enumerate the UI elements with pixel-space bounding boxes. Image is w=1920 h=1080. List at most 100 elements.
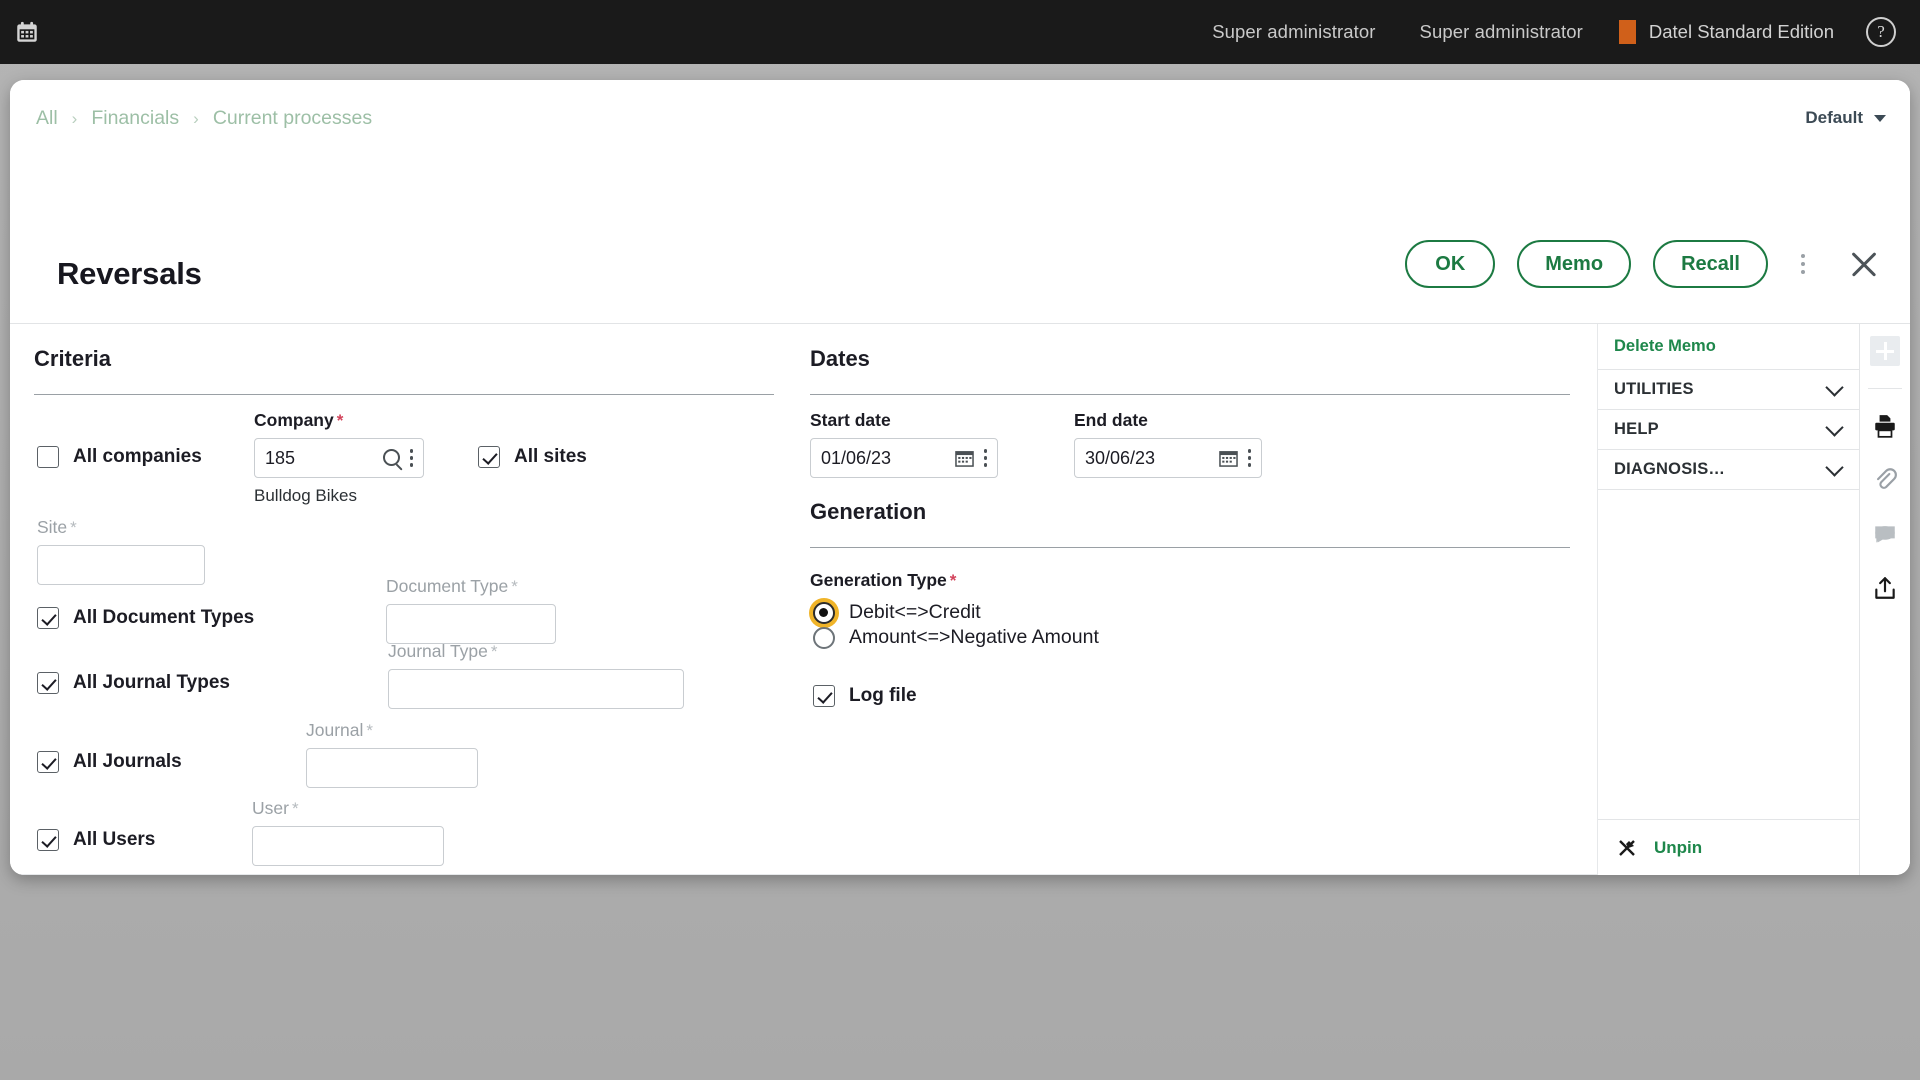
- sidebar-icon-rail: [1860, 324, 1910, 875]
- all-journals-label: All Journals: [73, 751, 182, 772]
- breadcrumb-item-all[interactable]: All: [34, 107, 60, 130]
- print-icon[interactable]: [1868, 409, 1902, 443]
- log-file-checkbox[interactable]: [813, 685, 835, 707]
- start-date-input[interactable]: 01/06/23: [810, 438, 998, 478]
- dates-generation-column: Dates Start date 01/06/23 End date 30/06…: [810, 324, 1570, 708]
- sidebar-section-help[interactable]: HELP: [1598, 410, 1859, 450]
- all-companies-checkbox[interactable]: [37, 446, 59, 468]
- sidebar-section-label: HELP: [1614, 420, 1659, 438]
- journal-field-group: Journal *: [306, 720, 478, 788]
- generation-type-option-debit-credit[interactable]: Debit<=>Credit: [813, 601, 981, 624]
- all-sites-label: All sites: [514, 446, 587, 467]
- company-input[interactable]: 185: [254, 438, 424, 478]
- all-companies-checkbox-row[interactable]: All companies: [37, 446, 202, 468]
- all-sites-checkbox[interactable]: [478, 446, 500, 468]
- attachment-icon[interactable]: [1868, 463, 1902, 497]
- header-actions: OK Memo Recall: [1405, 240, 1884, 288]
- share-icon[interactable]: [1868, 571, 1902, 605]
- view-selector-label: Default: [1805, 108, 1863, 127]
- search-icon[interactable]: [382, 449, 400, 467]
- unpin-icon: [1616, 837, 1638, 859]
- close-icon[interactable]: [1844, 244, 1884, 284]
- journal-type-label: Journal Type *: [388, 641, 498, 661]
- required-marker: *: [490, 642, 498, 661]
- all-document-types-label: All Document Types: [73, 607, 255, 628]
- right-sidebar: Delete Memo UTILITIES HELP DIAGNOSIS… Un…: [1598, 324, 1910, 875]
- kebab-menu-icon[interactable]: [409, 449, 413, 467]
- start-date-label: Start date: [810, 410, 891, 430]
- required-marker: *: [511, 577, 518, 596]
- breadcrumb: All › Financials › Current processes: [34, 107, 374, 130]
- sidebar-section-label: UTILITIES: [1614, 380, 1694, 398]
- all-users-checkbox-row[interactable]: All Users: [37, 829, 155, 851]
- recall-button[interactable]: Recall: [1653, 240, 1768, 288]
- journal-type-field-group: Journal Type *: [388, 641, 684, 709]
- required-marker: *: [366, 721, 374, 740]
- edition-label: Datel Standard Edition: [1648, 21, 1834, 42]
- end-date-input[interactable]: 30/06/23: [1074, 438, 1262, 478]
- breadcrumb-item-current-processes[interactable]: Current processes: [211, 107, 374, 130]
- document-type-field-group: Document Type *: [386, 576, 556, 644]
- comment-icon[interactable]: [1868, 517, 1902, 551]
- generation-type-option-amount-negative[interactable]: Amount<=>Negative Amount: [813, 626, 1099, 649]
- view-selector[interactable]: Default: [1805, 108, 1886, 128]
- generation-type-option-label: Amount<=>Negative Amount: [849, 626, 1099, 648]
- memo-button[interactable]: Memo: [1517, 240, 1632, 288]
- unpin-label: Unpin: [1654, 837, 1703, 857]
- sidebar-section-diagnosis[interactable]: DIAGNOSIS…: [1598, 450, 1859, 490]
- topbar-link-user-name[interactable]: Super administrator: [1398, 0, 1605, 64]
- company-helper-text: Bulldog Bikes: [254, 486, 358, 505]
- sidebar-section-label: DIAGNOSIS…: [1614, 460, 1726, 478]
- sidebar-sections: Delete Memo UTILITIES HELP DIAGNOSIS… Un…: [1598, 324, 1860, 875]
- journal-type-input[interactable]: [388, 669, 684, 709]
- company-field-group: Company * 185 Bulldog Bikes: [254, 410, 424, 506]
- kebab-menu-icon[interactable]: [1247, 449, 1251, 467]
- end-date-value: 30/06/23: [1085, 447, 1156, 468]
- log-file-checkbox-row[interactable]: Log file: [813, 685, 917, 707]
- criteria-column: Criteria All companies Company * 185 Bul…: [34, 324, 774, 875]
- chevron-down-icon: [1825, 417, 1844, 437]
- edition-badge[interactable]: Datel Standard Edition: [1605, 20, 1852, 44]
- radio-button[interactable]: [813, 626, 835, 649]
- calendar-icon[interactable]: [954, 449, 974, 467]
- all-journal-types-checkbox-row[interactable]: All Journal Types: [37, 672, 230, 694]
- app-menu[interactable]: [0, 19, 40, 45]
- site-input[interactable]: [37, 545, 205, 585]
- generation-type-option-label: Debit<=>Credit: [849, 601, 981, 623]
- unpin-button[interactable]: Unpin: [1598, 819, 1860, 875]
- help-icon[interactable]: ?: [1866, 17, 1896, 47]
- ok-button[interactable]: OK: [1405, 240, 1496, 288]
- document-type-input[interactable]: [386, 604, 556, 644]
- card-header: All › Financials › Current processes Def…: [10, 80, 1910, 235]
- generation-section-title: Generation: [810, 499, 927, 524]
- top-bar: Super administrator Super administrator …: [0, 0, 1920, 64]
- company-value: 185: [265, 447, 296, 468]
- all-journals-checkbox[interactable]: [37, 751, 59, 773]
- all-document-types-checkbox-row[interactable]: All Document Types: [37, 607, 254, 629]
- topbar-link-user-role[interactable]: Super administrator: [1190, 0, 1397, 64]
- journal-input[interactable]: [306, 748, 478, 788]
- all-users-label: All Users: [73, 829, 156, 850]
- all-document-types-checkbox[interactable]: [37, 607, 59, 629]
- page-card: All › Financials › Current processes Def…: [10, 80, 1910, 875]
- breadcrumb-item-financials[interactable]: Financials: [89, 107, 181, 130]
- radio-button[interactable]: [813, 601, 835, 624]
- document-type-label: Document Type *: [386, 576, 518, 596]
- all-sites-checkbox-row[interactable]: All sites: [478, 446, 587, 468]
- calendar-icon[interactable]: [1218, 449, 1238, 467]
- breadcrumb-separator-icon: ›: [193, 108, 199, 128]
- all-journals-checkbox-row[interactable]: All Journals: [37, 751, 182, 773]
- sidebar-section-utilities[interactable]: UTILITIES: [1598, 370, 1859, 410]
- required-marker: *: [291, 799, 299, 818]
- chevron-down-icon: [1825, 457, 1844, 477]
- all-users-checkbox[interactable]: [37, 829, 59, 851]
- all-journal-types-checkbox[interactable]: [37, 672, 59, 694]
- kebab-menu-icon[interactable]: [1790, 247, 1816, 281]
- kebab-menu-icon[interactable]: [983, 449, 987, 467]
- site-field-group: Site *: [34, 507, 774, 585]
- add-icon[interactable]: [1868, 334, 1902, 368]
- user-input[interactable]: [252, 826, 444, 866]
- calendar-icon[interactable]: [14, 19, 40, 45]
- journal-label: Journal *: [306, 720, 374, 740]
- delete-memo-button[interactable]: Delete Memo: [1598, 324, 1859, 370]
